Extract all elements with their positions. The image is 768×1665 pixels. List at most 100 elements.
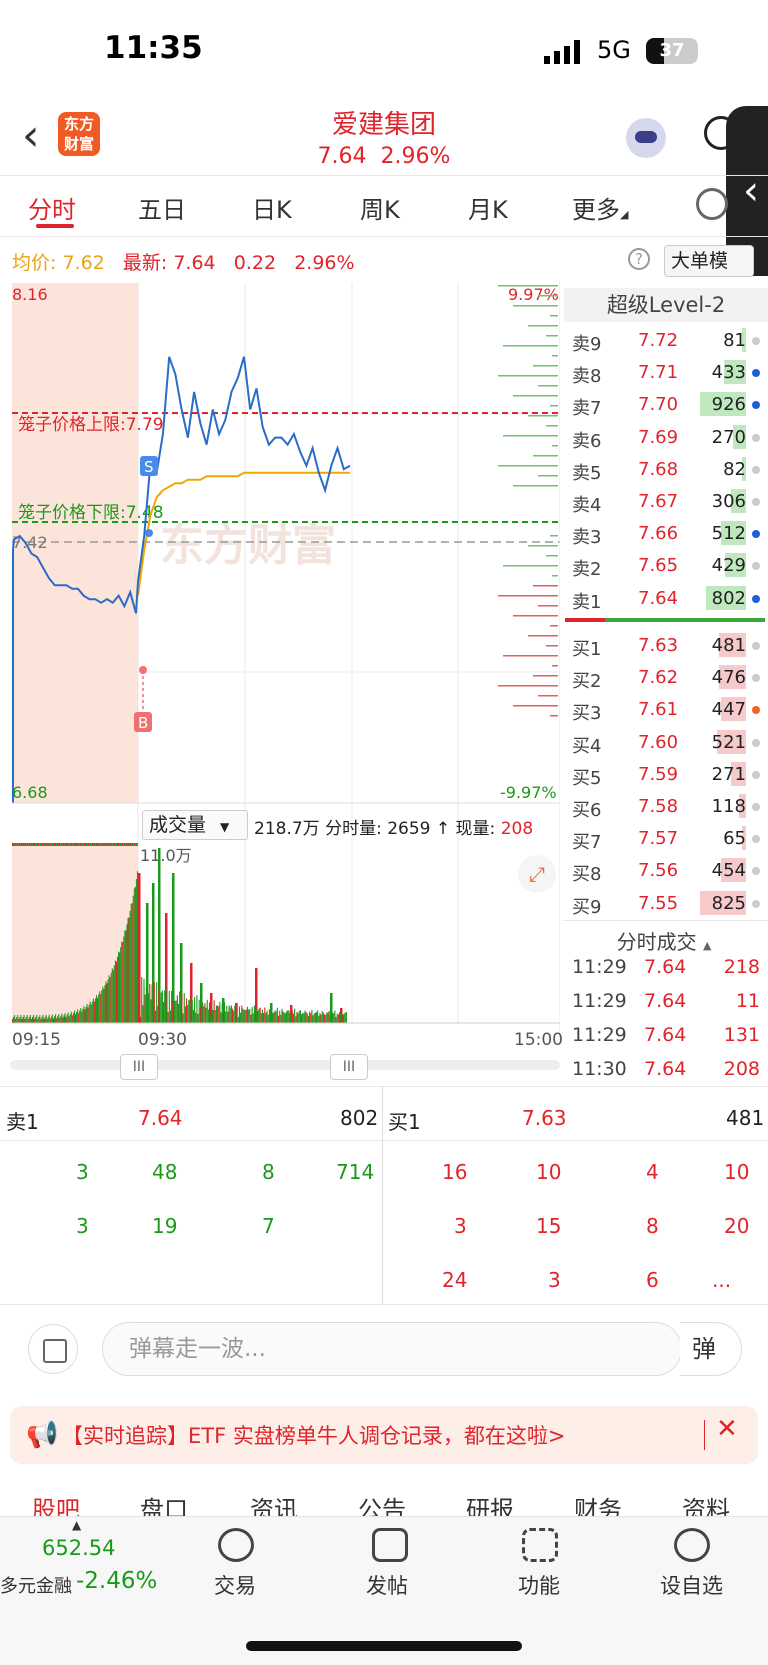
volume-bar (110, 972, 112, 1023)
volume-bar (49, 843, 52, 846)
sector-index-change[interactable]: -2.46% (76, 1568, 157, 1594)
bid-row[interactable]: 买2 7.62 476 (560, 661, 768, 693)
depth-bar (533, 365, 558, 367)
pct-low-label: -9.97% (500, 783, 557, 802)
ask-row[interactable]: 卖4 7.67 306 (560, 485, 768, 517)
orderbook-divider (565, 618, 765, 622)
last-label: 最新: (122, 252, 168, 274)
ask-row[interactable]: 卖5 7.68 82 (560, 453, 768, 485)
volume-bar (257, 1010, 259, 1023)
tab-daily-k[interactable]: 日K (252, 190, 292, 225)
queue-buy-price: 7.63 (522, 1106, 567, 1130)
add-watchlist-button[interactable]: 设自选 (660, 1570, 723, 1600)
bid-row[interactable]: 买1 7.63 481 (560, 629, 768, 661)
level-volume: 270 (711, 426, 746, 448)
minute-vol: 2659 (387, 819, 431, 839)
bid-row[interactable]: 买7 7.57 65 (560, 822, 768, 854)
trade-button[interactable]: 交易 (214, 1570, 256, 1600)
volume-bar (294, 1008, 296, 1023)
sector-index-value[interactable]: 652.54 (42, 1536, 115, 1560)
volume-bar (68, 843, 71, 846)
gear-icon[interactable] (696, 188, 728, 220)
tab-weekly-k[interactable]: 周K (360, 190, 400, 225)
volume-bar (87, 843, 90, 846)
time-range-slider[interactable] (10, 1060, 560, 1070)
level2-title[interactable]: 超级Level-2 (564, 288, 768, 322)
depth-bar (528, 415, 558, 417)
volume-bar (268, 1009, 270, 1023)
volume-bar (83, 1006, 85, 1023)
level-dot (752, 706, 760, 715)
volume-bar (39, 1014, 41, 1023)
volume-bar (132, 895, 134, 1023)
tick-trades-title[interactable]: 分时成交 ▲ (560, 926, 768, 955)
buy-queue-order: 3 (454, 1214, 467, 1238)
tab-five-day[interactable]: 五日 (138, 190, 186, 225)
ask-row[interactable]: 卖1 7.64 802 (560, 582, 768, 614)
close-icon[interactable]: ✕ (716, 1414, 738, 1444)
volume-bar (88, 1004, 90, 1023)
expand-icon[interactable]: ⤢ (518, 855, 556, 893)
sector-index-name[interactable]: 多元金融 (0, 1572, 72, 1598)
big-order-mode-button[interactable]: 大单模 (664, 245, 754, 277)
volume-indicator-select[interactable]: 成交量 ▼ (142, 810, 248, 840)
volume-bar (280, 1014, 282, 1023)
volume-bar (69, 1013, 71, 1023)
price-info-row: 均价: 7.62 最新: 7.64 0.22 2.96% (12, 248, 355, 275)
header-price: 7.64 (317, 144, 367, 169)
banner-text[interactable]: 【实时追踪】ETF 实盘榜单牛人调仓记录，都在这啦> (62, 1420, 565, 1450)
index-expand-arrow[interactable]: ▲ (72, 1518, 81, 1532)
bid-row[interactable]: 买9 7.55 825 (560, 887, 768, 919)
volume-bar (191, 1000, 193, 1023)
ask-row[interactable]: 卖9 7.72 81 (560, 324, 768, 356)
volume-bar (306, 1013, 308, 1023)
ask-row[interactable]: 卖6 7.69 270 (560, 421, 768, 453)
ask-row[interactable]: 卖8 7.71 433 (560, 356, 768, 388)
volume-bar (194, 997, 196, 1023)
volume-bar (154, 1010, 157, 1023)
help-icon[interactable]: ? (628, 248, 650, 270)
tab-more[interactable]: 更多◢ (572, 190, 628, 225)
ask-row[interactable]: 卖3 7.66 512 (560, 517, 768, 549)
volume-bar (133, 888, 135, 1023)
danmu-input[interactable]: 弹幕走一波... (102, 1322, 682, 1376)
slider-right-handle[interactable]: III (330, 1054, 368, 1080)
volume-bar (62, 843, 65, 846)
bid-row[interactable]: 买5 7.59 271 (560, 758, 768, 790)
bid-row[interactable]: 买6 7.58 118 (560, 790, 768, 822)
volume-bar (121, 941, 123, 1023)
level-price: 7.61 (638, 699, 679, 721)
post-button[interactable]: 发帖 (366, 1570, 408, 1600)
volume-bar (112, 969, 114, 1023)
bid-row[interactable]: 买4 7.60 521 (560, 726, 768, 758)
post-icon[interactable] (372, 1528, 408, 1562)
buy-queue-order: 8 (646, 1214, 659, 1238)
level-dot (752, 594, 760, 603)
tab-monthly-k[interactable]: 月K (468, 190, 508, 225)
bid-row[interactable]: 买3 7.61 447 (560, 693, 768, 725)
volume-bar (292, 1013, 295, 1023)
level-dot (752, 337, 760, 345)
volume-bar (131, 843, 134, 846)
ask-row[interactable]: 卖2 7.65 429 (560, 549, 768, 581)
volume-bar (119, 952, 121, 1023)
danmu-toggle-button[interactable]: 弹 (680, 1322, 742, 1376)
ask-row[interactable]: 卖7 7.70 926 (560, 388, 768, 420)
volume-bar (214, 1009, 216, 1023)
level-price: 7.63 (638, 635, 679, 656)
volume-bar (244, 1009, 246, 1023)
level-label: 买2 (572, 671, 602, 693)
danmu-settings-icon[interactable] (28, 1324, 78, 1374)
tick-row: 11:29 7.64 11 (560, 990, 768, 1020)
functions-button[interactable]: 功能 (518, 1570, 560, 1600)
volume-bar (342, 1014, 344, 1023)
add-watchlist-icon[interactable] (674, 1528, 710, 1562)
slider-left-handle[interactable]: III (120, 1054, 158, 1080)
bid-row[interactable]: 买8 7.56 454 (560, 854, 768, 886)
buy-queue-order: 3 (548, 1268, 561, 1292)
trade-icon[interactable] (218, 1528, 254, 1562)
buy-queue-order: 6 (646, 1268, 659, 1292)
tab-intraday[interactable]: 分时 (28, 190, 76, 225)
robot-assistant-icon[interactable] (626, 118, 666, 158)
functions-icon[interactable] (522, 1528, 558, 1562)
